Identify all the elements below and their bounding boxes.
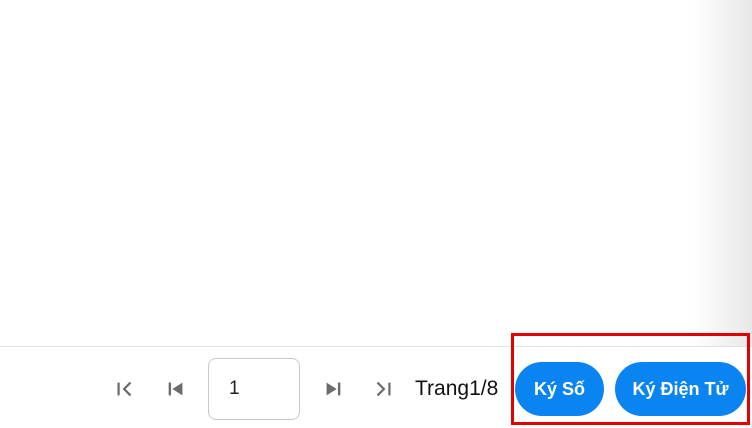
first-page-icon — [117, 381, 132, 397]
document-viewer: Trang1/8 Ký Số Ký Điện Tử — [0, 0, 752, 428]
previous-page-icon — [168, 382, 183, 396]
last-page-button[interactable] — [370, 376, 396, 402]
page-number-input[interactable] — [208, 358, 300, 420]
electronic-sign-button[interactable]: Ký Điện Tử — [615, 362, 746, 416]
page-indicator: Trang1/8 — [415, 377, 499, 400]
last-page-icon — [376, 381, 391, 397]
first-page-button[interactable] — [112, 376, 138, 402]
next-page-icon — [326, 382, 341, 396]
digital-sign-button[interactable]: Ký Số — [515, 362, 604, 416]
next-page-button[interactable] — [320, 376, 346, 402]
previous-page-button[interactable] — [163, 376, 189, 402]
